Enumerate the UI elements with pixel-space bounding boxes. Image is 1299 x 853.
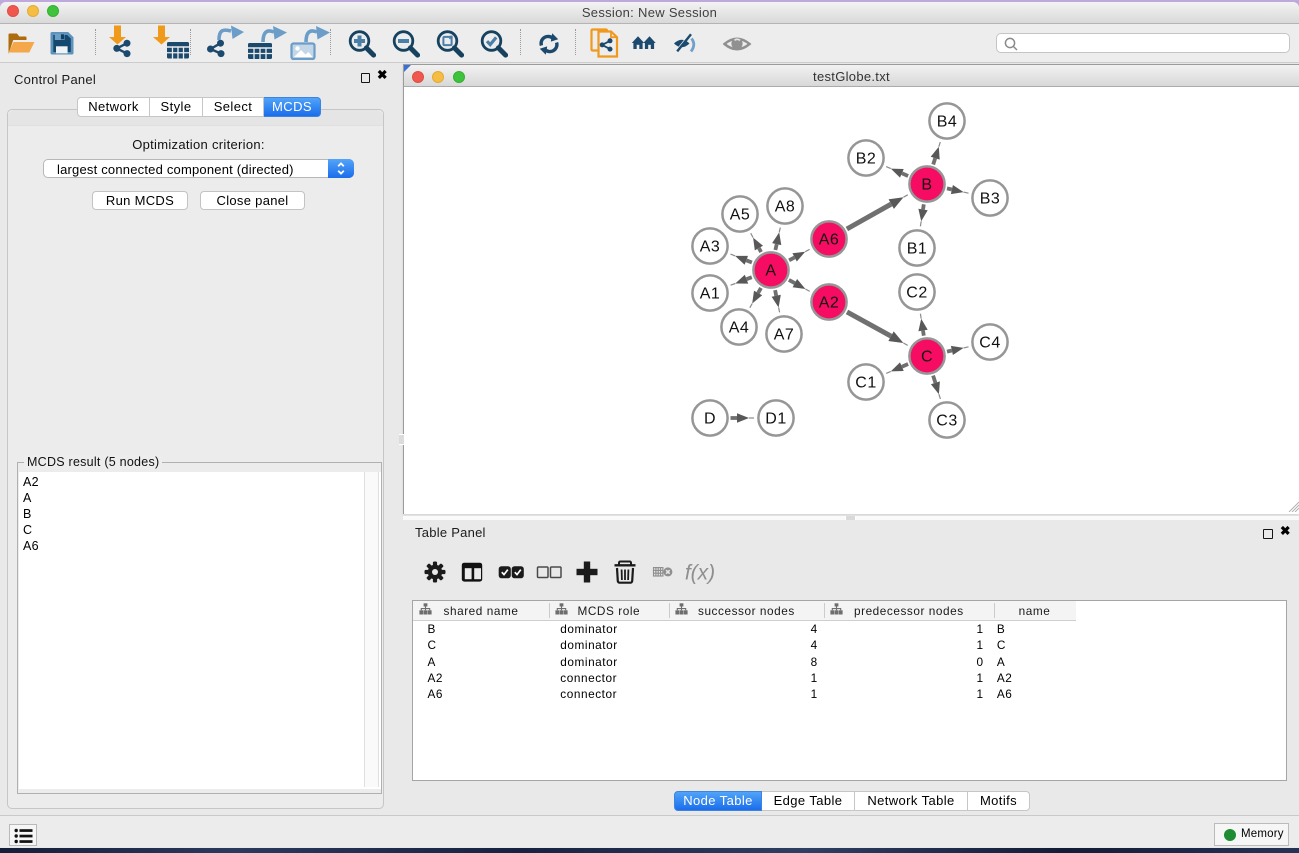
svg-text:C3: C3 bbox=[936, 413, 957, 430]
svg-text:C: C bbox=[921, 349, 933, 366]
svg-text:B1: B1 bbox=[907, 241, 928, 258]
svg-text:D: D bbox=[704, 411, 716, 428]
svg-text:C2: C2 bbox=[906, 285, 927, 302]
svg-text:B4: B4 bbox=[937, 114, 958, 131]
svg-text:B: B bbox=[921, 177, 932, 194]
svg-text:f(x): f(x) bbox=[685, 562, 715, 585]
svg-text:B2: B2 bbox=[856, 151, 877, 168]
svg-text:C4: C4 bbox=[979, 335, 1000, 352]
svg-text:A2: A2 bbox=[819, 295, 840, 312]
svg-text:A5: A5 bbox=[730, 207, 751, 224]
svg-text:B3: B3 bbox=[980, 191, 1001, 208]
svg-text:D1: D1 bbox=[765, 411, 786, 428]
svg-text:A7: A7 bbox=[774, 327, 795, 344]
svg-text:C1: C1 bbox=[855, 375, 876, 392]
svg-text:A1: A1 bbox=[700, 286, 721, 303]
svg-text:A6: A6 bbox=[819, 232, 840, 249]
svg-text:A8: A8 bbox=[775, 199, 796, 216]
svg-text:A: A bbox=[765, 263, 776, 280]
svg-text:A3: A3 bbox=[700, 239, 721, 256]
svg-text:A4: A4 bbox=[729, 320, 750, 337]
